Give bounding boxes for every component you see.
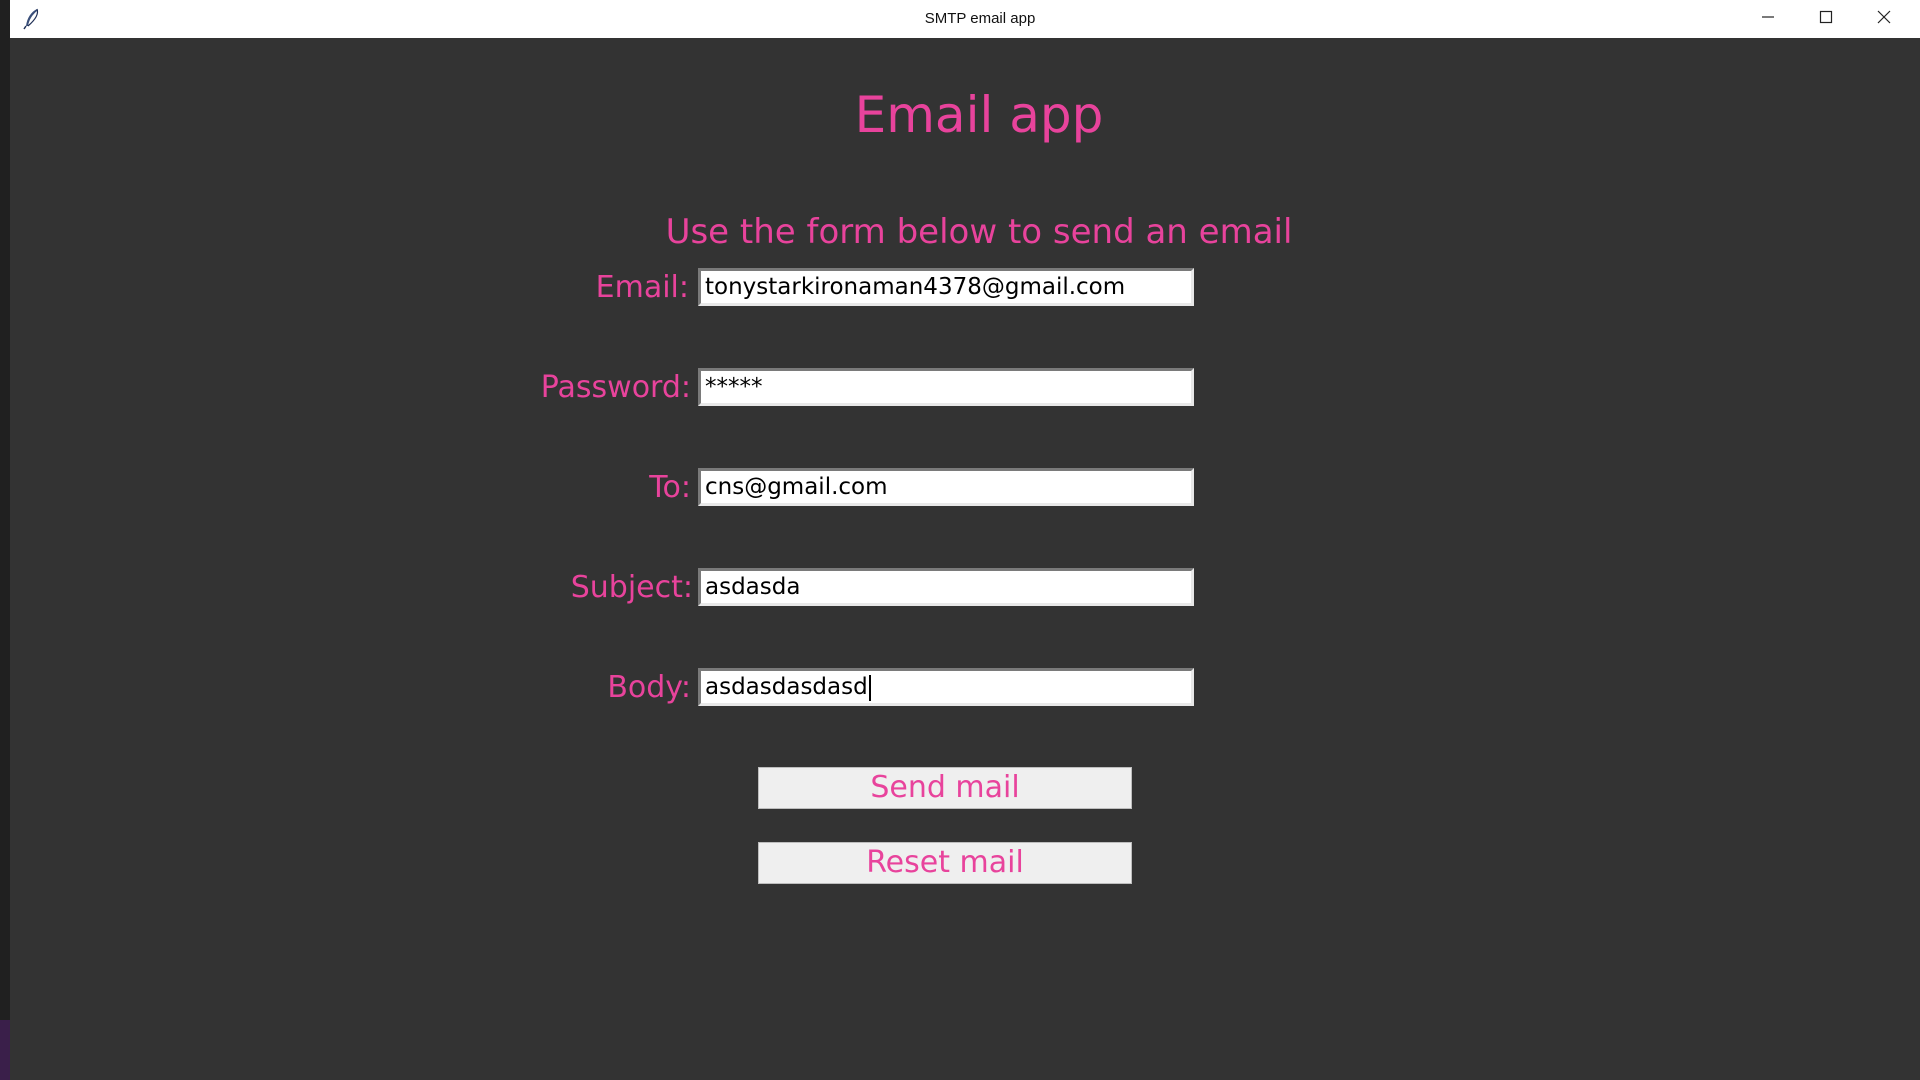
subject-label: Subject: [570,570,693,605]
body-label: Body: [607,670,691,705]
window-title: SMTP email app [924,10,1036,27]
password-field[interactable]: ***** [698,368,1194,406]
maximize-button[interactable] [1797,0,1855,38]
subject-field-value: asdasda [705,574,801,600]
to-label: To: [649,470,691,505]
send-mail-button[interactable]: Send mail [758,767,1132,809]
maximize-icon [1819,10,1833,29]
body-field-value: asdasdasdasd [705,674,868,700]
app-content: Email app Use the form below to send an … [10,38,1920,1080]
page-title: Email app [854,86,1104,144]
close-button[interactable] [1855,0,1913,38]
password-label: Password: [540,370,691,405]
email-field[interactable]: tonystarkironaman4378@gmail.com [698,268,1194,306]
desktop-edge-accent [0,1020,10,1080]
password-field-value: ***** [705,374,763,400]
subject-field[interactable]: asdasda [698,568,1194,606]
email-field-value: tonystarkironaman4378@gmail.com [705,274,1126,300]
to-field-value: cns@gmail.com [705,474,888,500]
close-icon [1877,10,1891,29]
reset-mail-button[interactable]: Reset mail [758,842,1132,884]
app-window: SMTP email app Email app Use the form be… [10,0,1920,1080]
desktop-edge [0,0,10,1080]
minimize-icon [1761,10,1775,29]
text-cursor [868,674,871,701]
page-subtitle: Use the form below to send an email [665,212,1293,252]
title-bar[interactable]: SMTP email app [10,0,1920,38]
email-label: Email: [595,270,689,305]
body-field[interactable]: asdasdasdasd [698,668,1194,706]
to-field[interactable]: cns@gmail.com [698,468,1194,506]
minimize-button[interactable] [1739,0,1797,38]
